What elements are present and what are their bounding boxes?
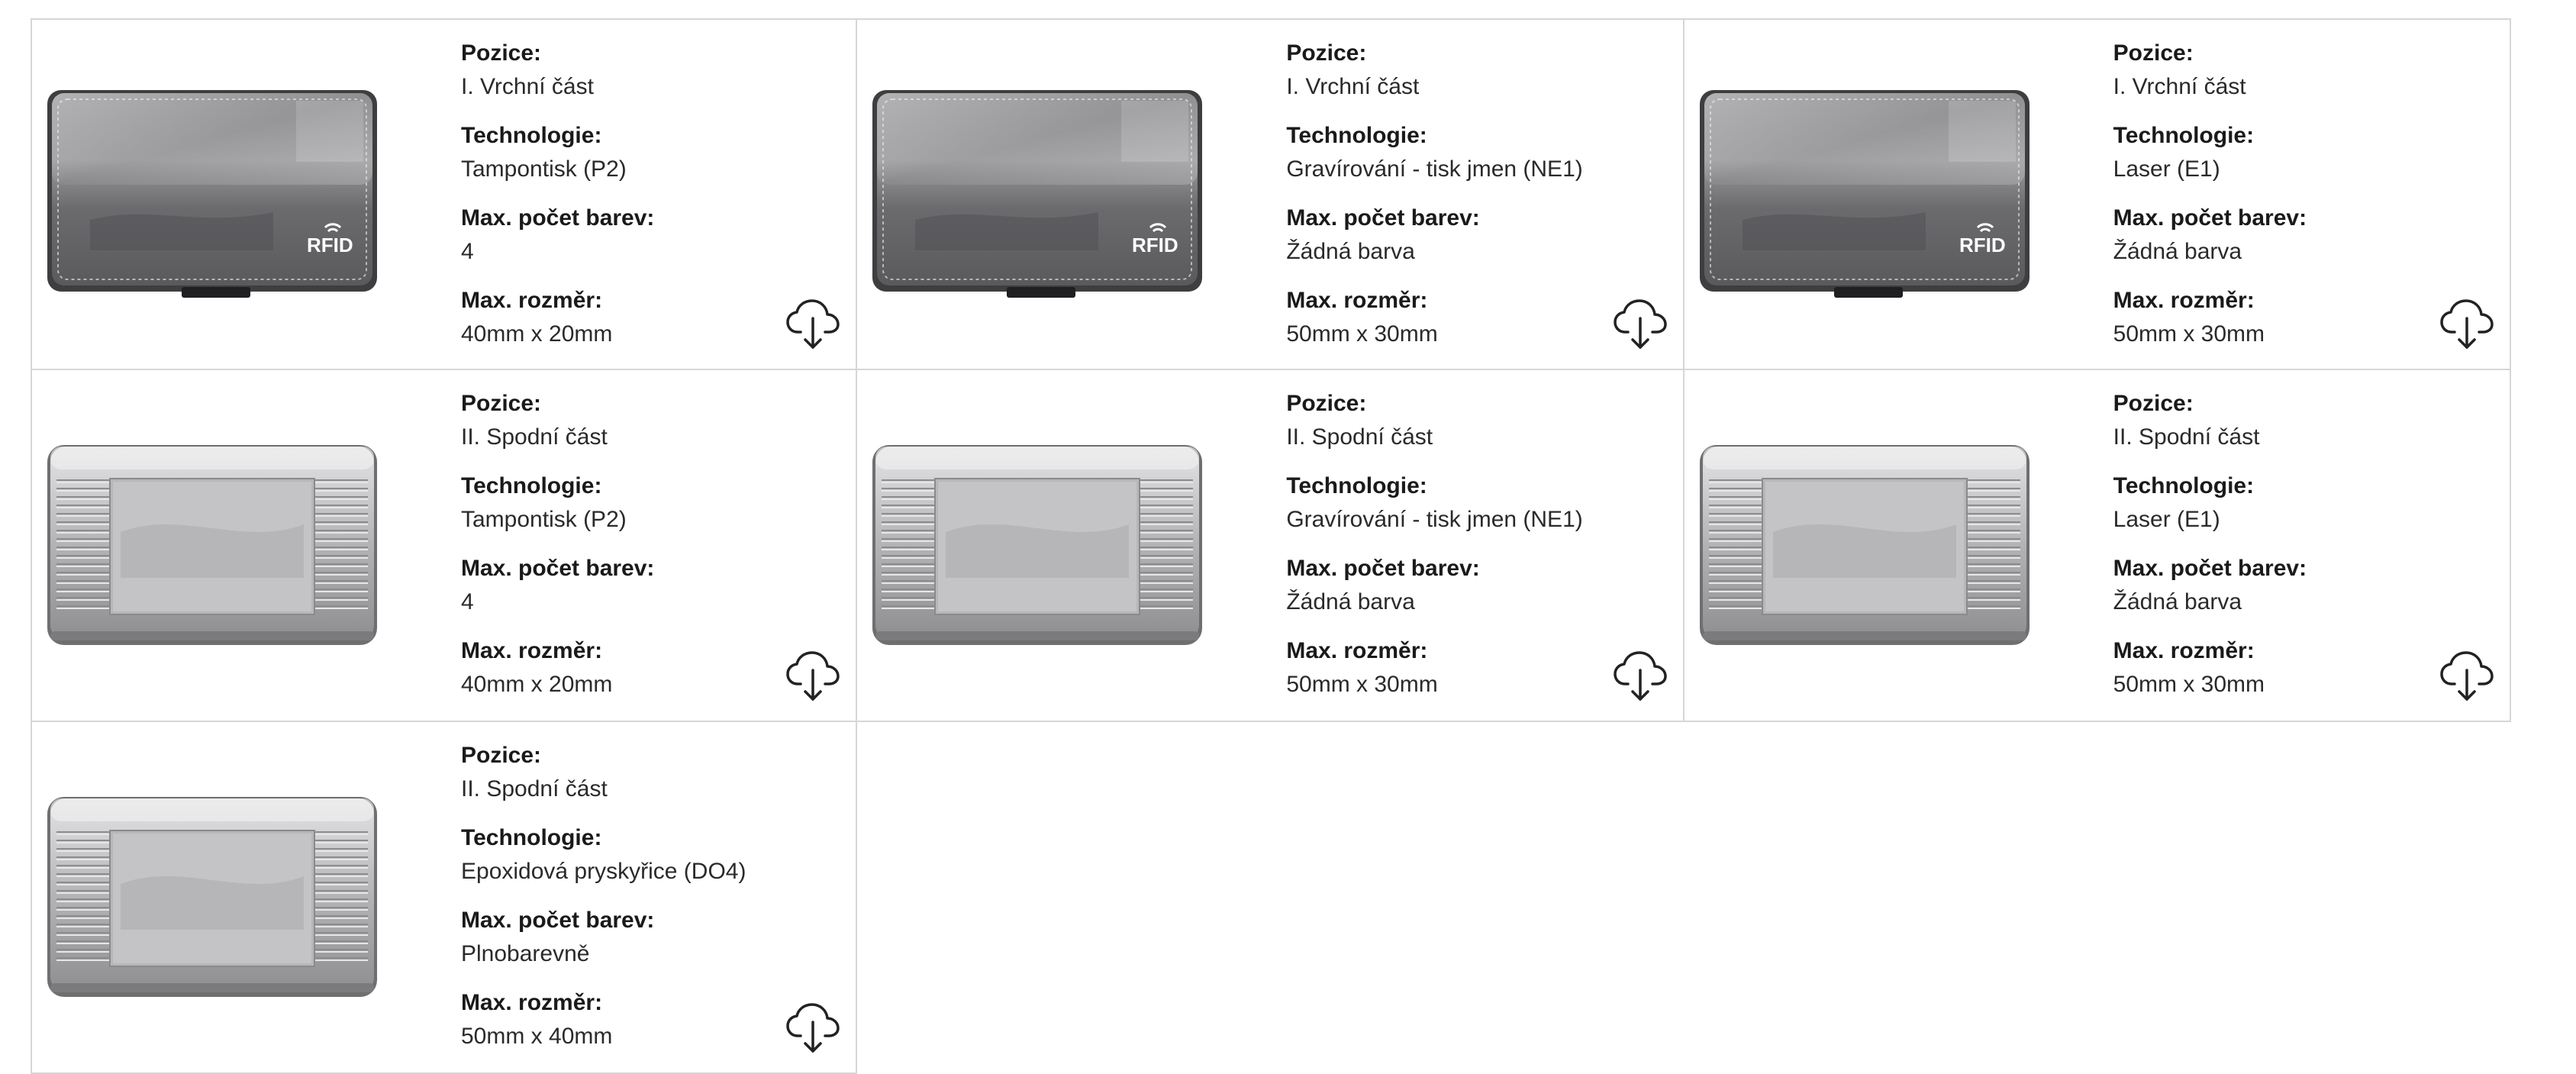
position-label: Pozice: [1286, 40, 1367, 66]
card-case-top-illustration: RFID [1699, 90, 2030, 298]
max-size-value: 40mm x 20mm [461, 321, 613, 347]
print-option-card: Pozice: II. Spodní část Technologie: Graví… [857, 370, 1685, 722]
max-colors-label: Max. počet barev: [2113, 205, 2307, 231]
cloud-download-icon[interactable] [785, 1001, 840, 1056]
print-option-card: RFID Pozice: I. Vrchní část Technologie: T… [31, 18, 858, 370]
svg-text:RFID: RFID [1959, 234, 2006, 256]
svg-text:RFID: RFID [1132, 234, 1178, 256]
card-case-bottom-illustration [47, 797, 377, 997]
technology-value: Gravírování - tisk jmen (NE1) [1286, 156, 1583, 182]
technology-value: Tampontisk (P2) [461, 156, 627, 182]
print-option-details: Pozice: II. Spodní část Technologie: Epoxi… [461, 739, 840, 1053]
technology-value: Laser (E1) [2113, 507, 2220, 532]
position-value: I. Vrchní část [461, 74, 594, 99]
product-image-top: RFID [44, 75, 380, 304]
max-size-value: 50mm x 30mm [2113, 321, 2265, 347]
max-size-label: Max. rozměr: [1286, 288, 1428, 313]
max-size-value: 50mm x 30mm [1286, 321, 1438, 347]
max-colors-label: Max. počet barev: [461, 908, 655, 933]
max-colors-label: Max. počet barev: [461, 556, 655, 581]
technology-label: Technologie: [1286, 473, 1427, 498]
technology-label: Technologie: [461, 473, 602, 498]
max-size-value: 40mm x 20mm [461, 672, 613, 697]
product-image-bottom [1697, 425, 2033, 654]
print-option-card: Pozice: II. Spodní část Technologie: Epoxi… [31, 722, 858, 1074]
position-label: Pozice: [461, 391, 542, 416]
print-option-details: Pozice: I. Vrchní část Technologie: Tampon… [461, 37, 840, 351]
card-case-bottom-illustration [872, 445, 1203, 645]
cloud-download-icon[interactable] [2439, 649, 2494, 704]
cloud-download-icon[interactable] [785, 649, 840, 704]
max-colors-label: Max. počet barev: [1286, 556, 1480, 581]
position-label: Pozice: [461, 743, 542, 768]
print-option-details: Pozice: II. Spodní část Technologie: Tampo… [461, 387, 840, 701]
max-colors-value: Žádná barva [2113, 589, 2242, 614]
max-size-label: Max. rozměr: [461, 638, 603, 663]
max-colors-label: Max. počet barev: [461, 205, 655, 231]
cloud-download-icon[interactable] [2439, 297, 2494, 352]
print-option-card: Pozice: II. Spodní část Technologie: Tampo… [31, 370, 858, 722]
max-size-label: Max. rozměr: [461, 990, 603, 1015]
print-option-details: Pozice: II. Spodní část Technologie: Laser… [2113, 387, 2494, 701]
cloud-download-icon[interactable] [1613, 297, 1668, 352]
max-colors-value: Žádná barva [1286, 589, 1415, 614]
max-colors-value: 4 [461, 239, 474, 264]
product-image-bottom [44, 425, 380, 654]
cloud-download-icon[interactable] [1613, 649, 1668, 704]
cloud-download-icon[interactable] [785, 297, 840, 352]
technology-label: Technologie: [2113, 123, 2255, 148]
max-colors-value: Žádná barva [1286, 239, 1415, 264]
card-case-bottom-illustration [1699, 445, 2030, 645]
print-option-card: RFID Pozice: I. Vrchní část Technologie: G… [857, 18, 1685, 370]
product-image-bottom [44, 777, 380, 1006]
position-value: II. Spodní část [461, 776, 608, 801]
max-colors-label: Max. počet barev: [1286, 205, 1480, 231]
technology-value: Gravírování - tisk jmen (NE1) [1286, 507, 1583, 532]
product-image-bottom [869, 425, 1205, 654]
product-image-top: RFID [869, 75, 1205, 304]
max-size-label: Max. rozměr: [1286, 638, 1428, 663]
position-value: II. Spodní část [2113, 424, 2260, 450]
max-size-value: 50mm x 30mm [2113, 672, 2265, 697]
print-option-card: Pozice: II. Spodní část Technologie: Laser… [1684, 370, 2511, 722]
max-size-value: 50mm x 40mm [461, 1024, 613, 1049]
position-value: I. Vrchní část [2113, 74, 2246, 99]
position-label: Pozice: [461, 40, 542, 66]
max-colors-value: Plnobarevně [461, 941, 590, 966]
max-colors-value: Žádná barva [2113, 239, 2242, 264]
print-option-details: Pozice: I. Vrchní část Technologie: Gravír… [1286, 37, 1667, 351]
max-size-label: Max. rozměr: [461, 288, 603, 313]
svg-text:RFID: RFID [307, 234, 353, 256]
position-label: Pozice: [1286, 391, 1367, 416]
card-case-top-illustration: RFID [872, 90, 1203, 298]
max-size-label: Max. rozměr: [2113, 638, 2255, 663]
position-value: II. Spodní část [1286, 424, 1433, 450]
position-value: I. Vrchní část [1286, 74, 1420, 99]
technology-value: Laser (E1) [2113, 156, 2220, 182]
print-option-details: Pozice: I. Vrchní část Technologie: Laser … [2113, 37, 2494, 351]
card-case-bottom-illustration [47, 445, 377, 645]
max-colors-label: Max. počet barev: [2113, 556, 2307, 581]
technology-value: Epoxidová pryskyřice (DO4) [461, 859, 746, 884]
technology-label: Technologie: [2113, 473, 2255, 498]
position-label: Pozice: [2113, 391, 2194, 416]
technology-label: Technologie: [461, 123, 602, 148]
position-label: Pozice: [2113, 40, 2194, 66]
max-size-label: Max. rozměr: [2113, 288, 2255, 313]
card-case-top-illustration: RFID [47, 90, 377, 298]
technology-value: Tampontisk (P2) [461, 507, 627, 532]
position-value: II. Spodní část [461, 424, 608, 450]
print-option-details: Pozice: II. Spodní část Technologie: Graví… [1286, 387, 1667, 701]
print-options-grid: RFID Pozice: I. Vrchní část Technologie: T… [31, 18, 2511, 1074]
print-option-card: RFID Pozice: I. Vrchní část Technologie: L… [1684, 18, 2511, 370]
technology-label: Technologie: [1286, 123, 1427, 148]
max-colors-value: 4 [461, 589, 474, 614]
technology-label: Technologie: [461, 825, 602, 850]
max-size-value: 50mm x 30mm [1286, 672, 1438, 697]
product-image-top: RFID [1697, 75, 2033, 304]
